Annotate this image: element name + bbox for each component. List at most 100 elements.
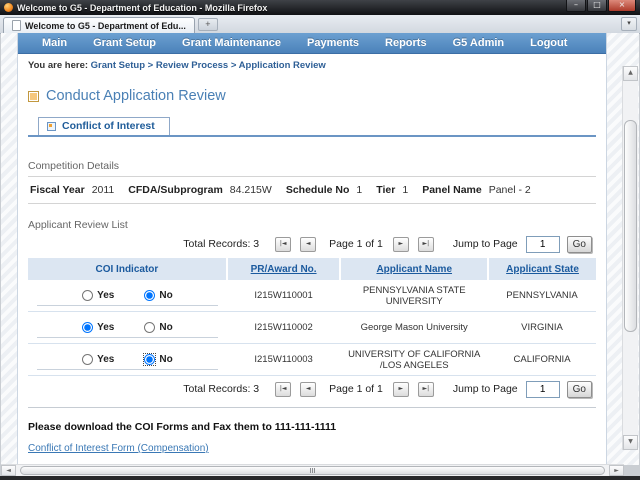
column-pr-award-no[interactable]: PR/Award No. <box>227 258 341 280</box>
coi-yes-option[interactable]: Yes <box>82 322 114 333</box>
last-page-button[interactable]: ►| <box>418 382 434 397</box>
field-value: 2011 <box>92 184 115 196</box>
previous-page-button[interactable]: ◄ <box>300 237 316 252</box>
page-icon <box>12 20 21 31</box>
jump-to-page-label: Jump to Page <box>453 238 518 250</box>
browser-window: Welcome to G5 - Department of Education … <box>0 0 640 480</box>
nav-item-grant-setup[interactable]: Grant Setup <box>93 37 156 49</box>
first-page-button[interactable]: |◄ <box>275 382 291 397</box>
content-tabstrip: Conflict of Interest <box>28 117 596 137</box>
field-value: 84.215W <box>230 184 272 196</box>
firefox-icon <box>4 3 13 12</box>
next-page-button[interactable]: ► <box>393 237 409 252</box>
page-title: Conduct Application Review <box>28 88 606 104</box>
field-value: 1 <box>402 184 408 196</box>
total-records-value: 3 <box>253 383 259 395</box>
browser-tab-title: Welcome to G5 - Department of Edu... <box>25 21 186 31</box>
award-number: I215W110001 <box>227 280 341 312</box>
coi-yes-radio[interactable] <box>82 322 93 333</box>
main-navigation: Main Grant Setup Grant Maintenance Payme… <box>18 33 606 54</box>
page-indicator: Page 1 of 1 <box>329 383 383 395</box>
breadcrumb: You are here: Grant Setup > Review Proce… <box>18 54 606 71</box>
applicant-state: VIRGINIA <box>488 312 596 344</box>
vertical-scrollbar[interactable]: ▲ ▼ <box>622 66 638 450</box>
field-label: Fiscal Year <box>30 184 85 196</box>
pagination-bottom: Total Records: 3 |◄ ◄ Page 1 of 1 ► ►| J… <box>28 380 592 398</box>
titlebar: Welcome to G5 - Department of Education … <box>0 0 640 15</box>
applicant-name: George Mason University <box>340 312 488 344</box>
nav-item-payments[interactable]: Payments <box>307 37 359 49</box>
coi-yes-option[interactable]: Yes <box>82 354 114 365</box>
column-applicant-state[interactable]: Applicant State <box>488 258 596 280</box>
field-value: Panel - 2 <box>489 184 531 196</box>
next-page-button[interactable]: ► <box>393 382 409 397</box>
first-page-button[interactable]: |◄ <box>275 237 291 252</box>
tab-conflict-of-interest[interactable]: Conflict of Interest <box>38 117 170 135</box>
jump-to-page-input[interactable] <box>526 236 560 253</box>
coi-no-option[interactable]: No <box>144 354 172 365</box>
scroll-left-icon[interactable]: ◄ <box>1 465 16 476</box>
applicant-name: UNIVERSITY OF CALIFORNIA /LOS ANGELES <box>340 344 488 376</box>
coi-radio-group: Yes No <box>37 354 218 370</box>
competition-details-row: Fiscal Year 2011 CFDA/Subprogram 84.215W… <box>28 176 596 204</box>
jump-to-page-label: Jump to Page <box>453 383 518 395</box>
horizontal-scrollbar[interactable]: ◄ ► <box>1 464 624 476</box>
yes-label: Yes <box>97 322 114 333</box>
go-button[interactable]: Go <box>567 236 592 253</box>
vertical-scroll-thumb[interactable] <box>624 120 637 332</box>
nav-item-main[interactable]: Main <box>42 37 67 49</box>
page-title-text: Conduct Application Review <box>46 88 226 104</box>
tab-list-dropdown-icon[interactable]: ▾ <box>621 17 637 31</box>
last-page-button[interactable]: ►| <box>418 237 434 252</box>
column-coi-indicator: COI Indicator <box>28 258 227 280</box>
section-bullet-icon <box>28 91 39 102</box>
minimize-button[interactable]: – <box>566 0 586 12</box>
nav-item-logout[interactable]: Logout <box>530 37 567 49</box>
tab-label: Conflict of Interest <box>62 120 155 132</box>
coi-no-radio[interactable] <box>144 290 155 301</box>
award-number: I215W110003 <box>227 344 341 376</box>
go-button[interactable]: Go <box>567 381 592 398</box>
coi-yes-radio[interactable] <box>82 354 93 365</box>
horizontal-scroll-thumb[interactable] <box>20 466 605 475</box>
nav-item-reports[interactable]: Reports <box>385 37 427 49</box>
applicant-name: PENNSYLVANIA STATE UNIVERSITY <box>340 280 488 312</box>
total-records: Total Records: 3 <box>183 383 259 395</box>
scroll-right-icon[interactable]: ► <box>609 465 624 476</box>
maximize-button[interactable]: □ <box>587 0 607 12</box>
thumb-grip <box>314 468 315 473</box>
nav-item-grant-maintenance[interactable]: Grant Maintenance <box>182 37 281 49</box>
scroll-up-icon[interactable]: ▲ <box>623 66 638 81</box>
column-applicant-name[interactable]: Applicant Name <box>340 258 488 280</box>
table-row: Yes No I215W110001 PENNSYLVANIA STATE UN… <box>28 280 596 312</box>
pagination-top: Total Records: 3 |◄ ◄ Page 1 of 1 ► ►| J… <box>28 235 592 253</box>
scroll-down-icon[interactable]: ▼ <box>623 435 638 450</box>
coi-no-radio[interactable] <box>144 322 155 333</box>
horizontal-scroll-track[interactable] <box>16 465 609 476</box>
jump-to-page-input[interactable] <box>526 381 560 398</box>
competition-details-label: Competition Details <box>28 160 606 172</box>
breadcrumb-path[interactable]: Grant Setup > Review Process > Applicati… <box>91 60 326 71</box>
applicant-state: PENNSYLVANIA <box>488 280 596 312</box>
divider <box>28 407 596 408</box>
new-tab-button[interactable]: + <box>198 18 218 31</box>
coi-no-radio[interactable] <box>144 354 155 365</box>
coi-no-option[interactable]: No <box>144 322 172 333</box>
total-records: Total Records: 3 <box>183 238 259 250</box>
coi-yes-radio[interactable] <box>82 290 93 301</box>
total-records-label: Total Records: <box>183 238 250 250</box>
field-value: 1 <box>356 184 362 196</box>
coi-radio-group: Yes No <box>37 290 218 306</box>
tab-bullet-icon <box>47 122 56 131</box>
yes-label: Yes <box>97 290 114 301</box>
thumb-grip <box>312 468 313 473</box>
coi-no-option[interactable]: No <box>144 290 172 301</box>
window-title: Welcome to G5 - Department of Education … <box>17 3 267 13</box>
close-button[interactable]: × <box>608 0 636 12</box>
previous-page-button[interactable]: ◄ <box>300 382 316 397</box>
browser-tab[interactable]: Welcome to G5 - Department of Edu... <box>3 17 195 33</box>
nav-item-g5-admin[interactable]: G5 Admin <box>453 37 505 49</box>
table-header-row: COI Indicator PR/Award No. Applicant Nam… <box>28 258 596 280</box>
coi-yes-option[interactable]: Yes <box>82 290 114 301</box>
coi-form-compensation-link[interactable]: Conflict of Interest Form (Compensation) <box>28 443 209 454</box>
